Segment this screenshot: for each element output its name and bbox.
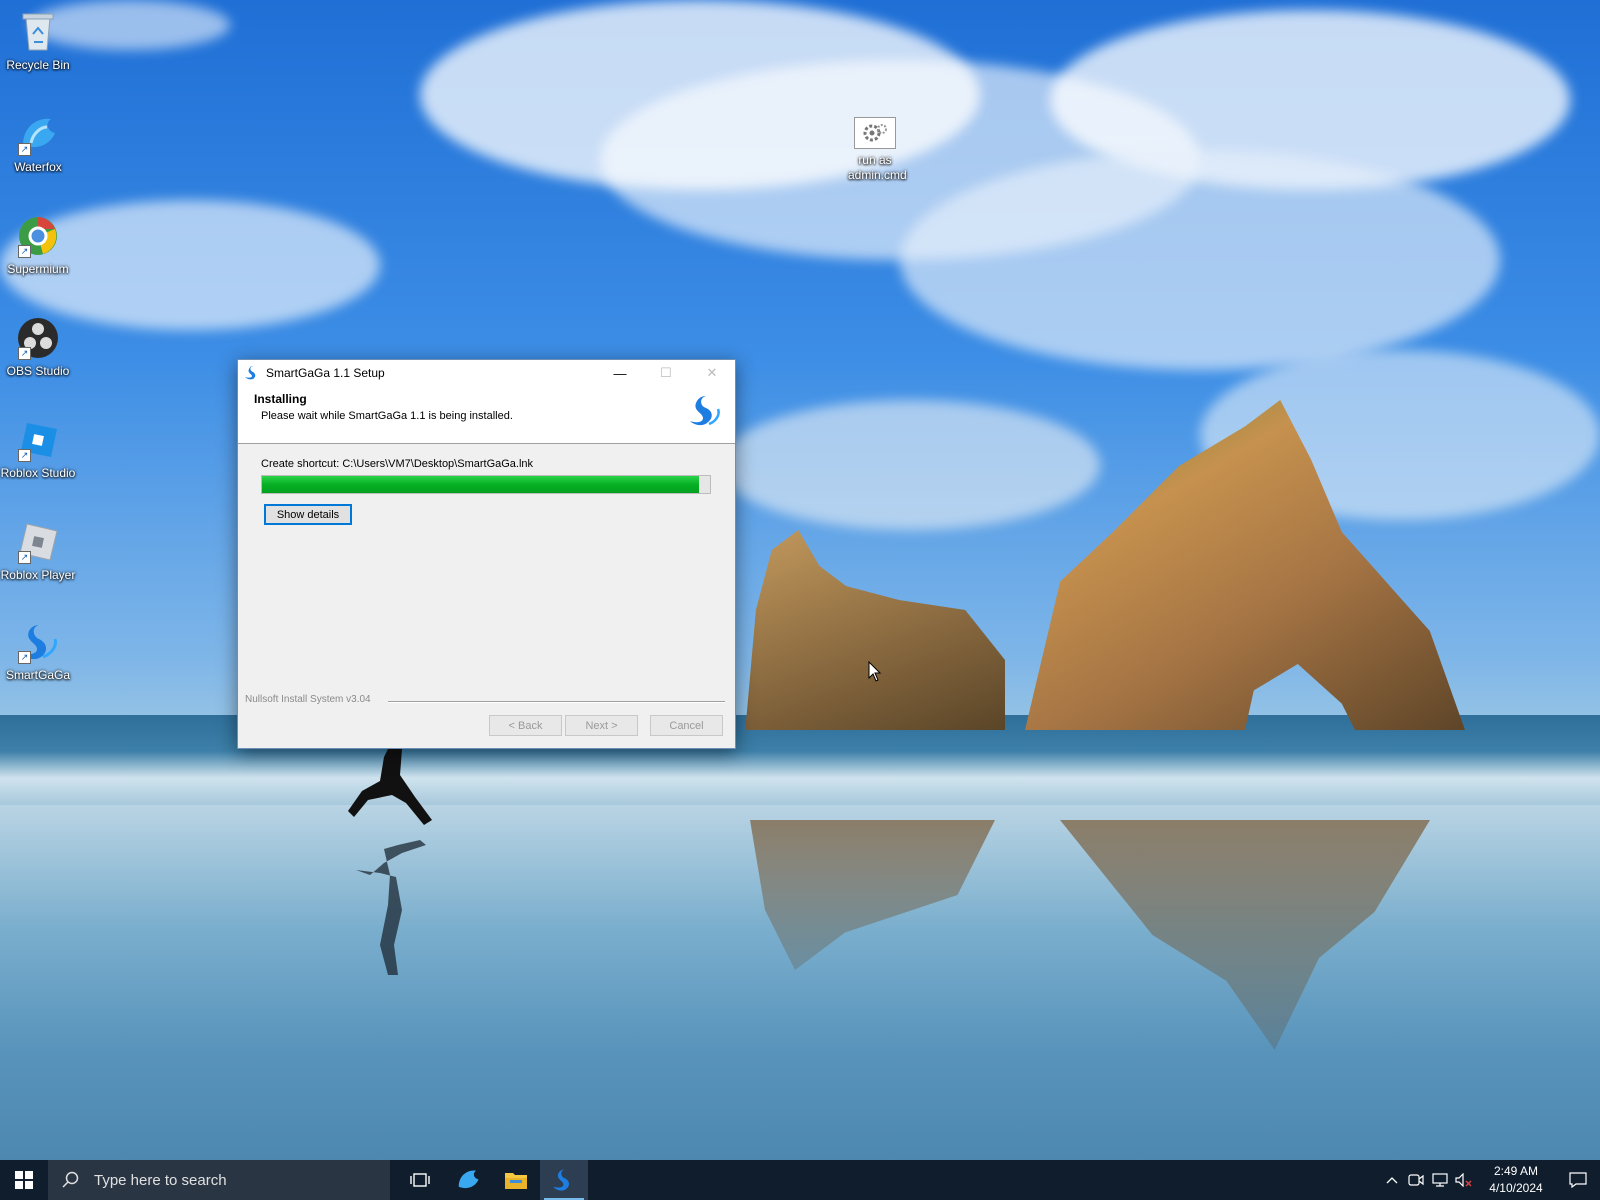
desktop-icon-obs-studio[interactable]: ↗ OBS Studio bbox=[0, 316, 76, 379]
roblox-player-icon: ↗ bbox=[16, 520, 60, 564]
taskbar-smartgaga[interactable] bbox=[540, 1160, 588, 1200]
taskbar-file-explorer[interactable] bbox=[492, 1160, 540, 1200]
taskbar-clock[interactable]: 2:49 AM 4/10/2024 bbox=[1476, 1163, 1556, 1197]
task-view-icon bbox=[410, 1173, 430, 1187]
desktop-icon-run-as-admin[interactable]: run as admin.cmd bbox=[835, 117, 915, 183]
desktop-icon-roblox-player[interactable]: ↗ Roblox Player bbox=[0, 520, 76, 583]
show-details-button[interactable]: Show details bbox=[264, 504, 352, 525]
maximize-button: ☐ bbox=[660, 365, 672, 380]
desktop-icon-label: OBS Studio bbox=[6, 364, 70, 378]
clock-date: 4/10/2024 bbox=[1489, 1181, 1543, 1195]
taskbar-waterfox[interactable] bbox=[444, 1160, 492, 1200]
waterfox-icon: ↗ bbox=[16, 112, 60, 156]
cancel-button: Cancel bbox=[650, 715, 723, 736]
window-title: SmartGaGa 1.1 Setup bbox=[266, 366, 385, 380]
minimize-button[interactable]: — bbox=[597, 360, 643, 386]
installer-header: Installing Please wait while SmartGaGa 1… bbox=[238, 386, 735, 444]
windows-logo-icon bbox=[15, 1171, 33, 1189]
waterfox-icon bbox=[458, 1170, 479, 1189]
desktop-icon-label: SmartGaGa bbox=[5, 668, 71, 682]
desktop-icon-label: run as admin.cmd bbox=[848, 153, 907, 182]
desktop-icon-label: Supermium bbox=[7, 262, 69, 276]
taskbar-search-box[interactable]: Type here to search bbox=[48, 1160, 390, 1200]
page-title: Installing bbox=[254, 392, 307, 406]
desktop-icon-label: Recycle Bin bbox=[6, 58, 70, 72]
mouse-cursor-icon bbox=[868, 661, 882, 682]
meet-now-icon[interactable] bbox=[1404, 1173, 1428, 1187]
next-button: Next > bbox=[565, 715, 638, 736]
desktop-icon-waterfox[interactable]: ↗ Waterfox bbox=[0, 112, 76, 175]
smartgaga-icon: ↗ bbox=[16, 620, 60, 664]
nsis-branding: Nullsoft Install System v3.04 bbox=[245, 694, 371, 705]
desktop-icon-recycle-bin[interactable]: Recycle Bin bbox=[0, 10, 76, 73]
install-progress-bar bbox=[261, 475, 711, 494]
runner-silhouette bbox=[348, 745, 432, 975]
obs-studio-icon: ↗ bbox=[16, 316, 60, 360]
search-icon bbox=[48, 1171, 94, 1189]
installer-window: SmartGaGa 1.1 Setup — ☐ ✕ Installing Ple… bbox=[237, 359, 736, 749]
page-subtitle: Please wait while SmartGaGa 1.1 is being… bbox=[261, 410, 513, 422]
task-view-button[interactable] bbox=[396, 1160, 444, 1200]
taskbar: Type here to search 2:49 AM 4/10/2024 bbox=[0, 1160, 1600, 1200]
clock-time: 2:49 AM bbox=[1493, 1164, 1539, 1178]
desktop-icon-label: Waterfox bbox=[14, 160, 62, 174]
close-button: ✕ bbox=[706, 365, 718, 380]
start-button[interactable] bbox=[0, 1160, 48, 1200]
footer-divider bbox=[388, 701, 725, 703]
installer-titlebar[interactable]: SmartGaGa 1.1 Setup — ☐ ✕ bbox=[238, 360, 735, 386]
search-placeholder: Type here to search bbox=[94, 1171, 227, 1189]
cmd-file-icon bbox=[854, 117, 896, 149]
desktop-icon-supermium[interactable]: ↗ Supermium bbox=[0, 214, 76, 277]
desktop-icon-smartgaga[interactable]: ↗ SmartGaGa bbox=[0, 620, 76, 683]
desktop-icon-label: Roblox Player bbox=[0, 568, 76, 582]
desktop-icon-roblox-studio[interactable]: ↗ Roblox Studio bbox=[0, 418, 76, 481]
file-explorer-icon bbox=[505, 1173, 527, 1189]
notification-center-icon[interactable] bbox=[1556, 1172, 1600, 1188]
progress-fill bbox=[262, 476, 699, 493]
smartgaga-icon bbox=[553, 1169, 570, 1191]
volume-muted-icon[interactable] bbox=[1452, 1173, 1476, 1187]
supermium-icon: ↗ bbox=[16, 214, 60, 258]
back-button: < Back bbox=[489, 715, 562, 736]
smartgaga-logo-icon bbox=[690, 396, 720, 426]
smartgaga-icon bbox=[245, 366, 256, 380]
recycle-bin-icon bbox=[16, 10, 60, 54]
desktop-icon-label: Roblox Studio bbox=[0, 466, 76, 480]
roblox-studio-icon: ↗ bbox=[16, 418, 60, 462]
system-tray: 2:49 AM 4/10/2024 bbox=[1380, 1160, 1600, 1200]
install-status-text: Create shortcut: C:\Users\VM7\Desktop\Sm… bbox=[261, 458, 534, 470]
network-icon[interactable] bbox=[1428, 1173, 1452, 1187]
chevron-up-icon[interactable] bbox=[1380, 1176, 1404, 1184]
